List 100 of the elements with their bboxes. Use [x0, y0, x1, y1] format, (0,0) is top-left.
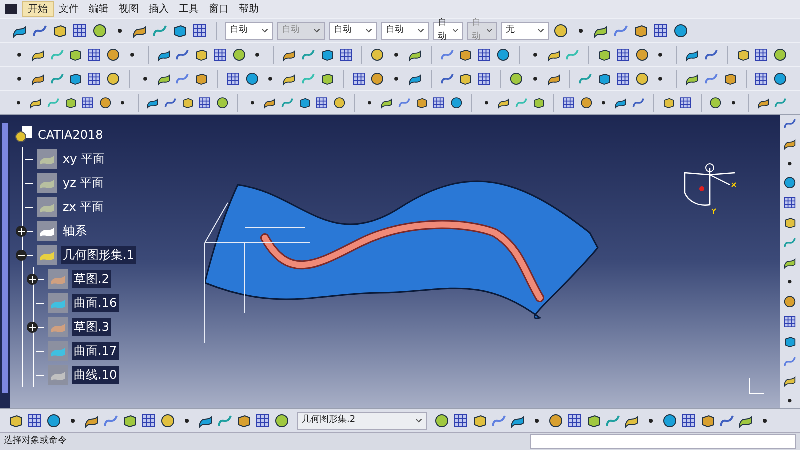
- sphere-icon[interactable]: [634, 46, 650, 62]
- grid-icon[interactable]: [477, 46, 492, 62]
- expand-icon[interactable]: [27, 322, 38, 332]
- command-input-field[interactable]: [530, 434, 796, 449]
- sphere-icon[interactable]: [46, 412, 62, 428]
- grid-icon[interactable]: [72, 22, 88, 38]
- sphere-icon[interactable]: [782, 176, 798, 190]
- surface-icon[interactable]: [782, 374, 798, 388]
- grid-icon[interactable]: [754, 46, 770, 62]
- cube-icon[interactable]: [52, 22, 68, 38]
- grid-icon[interactable]: [81, 94, 95, 110]
- grid-icon[interactable]: [87, 70, 102, 86]
- sphere-icon[interactable]: [580, 94, 593, 110]
- cube-icon[interactable]: [633, 22, 649, 38]
- grid-icon[interactable]: [754, 70, 770, 86]
- sphere-icon[interactable]: [370, 46, 386, 62]
- sphere-icon[interactable]: [553, 22, 569, 38]
- style-dropdown[interactable]: 自动: [381, 22, 429, 40]
- expand-icon[interactable]: [27, 274, 38, 284]
- tree-item[interactable]: 草图.2: [72, 270, 112, 288]
- sphere-icon[interactable]: [673, 22, 689, 38]
- curve-icon[interactable]: [782, 117, 798, 131]
- grid-icon[interactable]: [352, 70, 366, 86]
- tree-item[interactable]: 曲线.10: [72, 366, 120, 384]
- sphere-icon[interactable]: [773, 46, 788, 62]
- tree-item[interactable]: yz 平面: [61, 174, 106, 192]
- menu-item[interactable]: 插入: [144, 1, 174, 17]
- grid-icon[interactable]: [567, 412, 583, 428]
- cube-icon[interactable]: [700, 412, 716, 428]
- sphere-icon[interactable]: [274, 412, 290, 428]
- sphere-icon[interactable]: [98, 94, 112, 110]
- grid-icon[interactable]: [141, 412, 157, 428]
- grid-icon[interactable]: [653, 22, 669, 38]
- tree-item[interactable]: 草图.3: [72, 318, 112, 336]
- sphere-icon[interactable]: [106, 70, 121, 86]
- grid-icon[interactable]: [27, 412, 43, 428]
- sphere-icon[interactable]: [450, 94, 464, 110]
- cube-icon[interactable]: [122, 412, 138, 428]
- expand-icon[interactable]: [16, 226, 27, 236]
- sphere-icon[interactable]: [634, 70, 650, 86]
- curve-icon[interactable]: [719, 412, 735, 428]
- style-dropdown[interactable]: 无: [501, 22, 549, 40]
- app-logo-icon[interactable]: [4, 2, 18, 16]
- grid-icon[interactable]: [315, 94, 329, 110]
- sphere-icon[interactable]: [370, 70, 386, 86]
- grid-icon[interactable]: [477, 70, 492, 86]
- grid-icon[interactable]: [782, 314, 798, 329]
- sphere-icon[interactable]: [548, 412, 564, 428]
- sphere-icon[interactable]: [160, 412, 176, 428]
- tree-item[interactable]: 曲面.16: [72, 294, 120, 312]
- tree-item[interactable]: 几何图形集.1: [61, 246, 136, 264]
- sphere-icon[interactable]: [773, 70, 788, 86]
- gear-document-icon[interactable]: [14, 125, 34, 145]
- sphere-icon[interactable]: [662, 412, 678, 428]
- collapse-icon[interactable]: [16, 250, 27, 260]
- tree-item[interactable]: 曲面.17: [72, 342, 120, 360]
- menu-item[interactable]: 窗口: [204, 1, 234, 17]
- grid-icon[interactable]: [616, 70, 631, 86]
- curve-icon[interactable]: [782, 354, 798, 368]
- cube-icon[interactable]: [586, 412, 602, 428]
- sphere-icon[interactable]: [216, 94, 230, 110]
- style-dropdown[interactable]: 自动: [329, 22, 377, 40]
- cube-icon[interactable]: [472, 412, 488, 428]
- geometry-set-dropdown[interactable]: 几何图形集.2: [297, 412, 427, 430]
- tree-root-label[interactable]: CATIA2018: [38, 126, 104, 144]
- grid-icon[interactable]: [198, 94, 212, 110]
- grid-icon[interactable]: [453, 412, 469, 428]
- axis-icon[interactable]: [37, 221, 57, 241]
- cube-icon[interactable]: [236, 412, 252, 428]
- sphere-icon[interactable]: [434, 412, 450, 428]
- sphere-icon[interactable]: [782, 295, 798, 309]
- grid-icon[interactable]: [192, 22, 208, 38]
- sphere-icon[interactable]: [106, 46, 121, 62]
- menu-item[interactable]: 文件: [54, 1, 84, 17]
- tree-item[interactable]: xy 平面: [61, 150, 108, 168]
- menu-item[interactable]: 帮助: [234, 1, 264, 17]
- sphere-icon[interactable]: [508, 70, 524, 86]
- grid-icon[interactable]: [226, 70, 241, 86]
- grid-icon[interactable]: [616, 46, 631, 62]
- menu-item[interactable]: 编辑: [84, 1, 114, 17]
- grid-icon[interactable]: [679, 94, 693, 110]
- sphere-icon[interactable]: [709, 94, 723, 110]
- sphere-icon[interactable]: [244, 70, 260, 86]
- menu-item[interactable]: 视图: [114, 1, 144, 17]
- menu-item[interactable]: 开始: [22, 1, 54, 17]
- sphere-icon[interactable]: [232, 46, 246, 62]
- grid-icon[interactable]: [255, 412, 271, 428]
- grid-icon[interactable]: [212, 46, 228, 62]
- grid-icon[interactable]: [782, 196, 798, 210]
- sphere-icon[interactable]: [332, 94, 346, 110]
- grid-icon[interactable]: [338, 46, 354, 62]
- grid-icon[interactable]: [562, 94, 576, 110]
- curve-icon[interactable]: [32, 22, 48, 38]
- menu-item[interactable]: 工具: [174, 1, 204, 17]
- style-dropdown[interactable]: 自动: [225, 22, 273, 40]
- tree-item[interactable]: 轴系: [61, 222, 89, 240]
- tree-item[interactable]: zx 平面: [61, 198, 106, 216]
- cube-icon[interactable]: [172, 22, 188, 38]
- grid-icon[interactable]: [87, 46, 102, 62]
- sphere-icon[interactable]: [92, 22, 108, 38]
